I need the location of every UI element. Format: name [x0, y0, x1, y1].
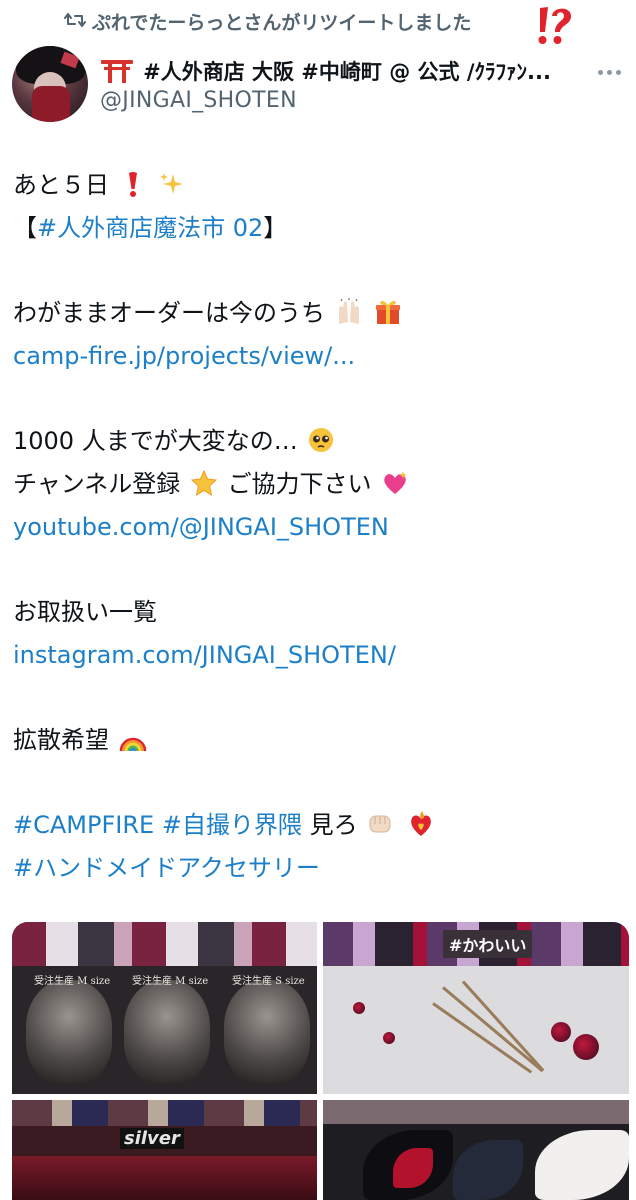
mask-image — [124, 980, 210, 1084]
raising-hands-emoji-icon — [338, 298, 359, 325]
gift-emoji-icon — [376, 300, 401, 325]
velvet-background — [12, 1156, 317, 1200]
top-strip — [323, 1100, 629, 1124]
youtube-link[interactable]: youtube.com/@JINGAI_SHOTEN — [13, 513, 389, 541]
image-label: silver — [120, 1128, 184, 1149]
rings-strip — [12, 922, 317, 966]
media-photo-hairpins[interactable]: #かわいい — [323, 922, 629, 1094]
tweet-line: ご協力下さい — [227, 469, 372, 498]
wing — [453, 1140, 523, 1200]
pleading-face-emoji-icon — [309, 428, 334, 453]
media-photo-chains[interactable]: silver — [12, 1100, 317, 1200]
exclamation-emoji-icon — [128, 172, 137, 197]
top-strip — [12, 1100, 317, 1126]
author-name-row[interactable]: #人外商店 大阪 #中崎町 @ 公式 /ｸﾗﾌｧﾝ... — [100, 56, 570, 86]
author-display-name: #人外商店 大阪 #中崎町 @ 公式 /ｸﾗﾌｧﾝ... — [143, 60, 551, 84]
hashtag-link[interactable]: #ハンドメイドアクセサリー — [13, 854, 320, 882]
hashtag-link[interactable]: #人外商店魔法市 02 — [37, 214, 263, 242]
mask-label: 受注生産 M size — [34, 976, 111, 987]
interrobang-icon — [538, 7, 572, 44]
heart-on-fire-emoji-icon — [411, 811, 431, 837]
gem — [383, 1032, 395, 1044]
mask-label: 受注生産 M size — [132, 976, 209, 987]
tweet-text: あと５日 【#人外商店魔法市 02】 わがままオーダーは今のうち camp-fi… — [13, 164, 623, 890]
media-grid[interactable]: 受注生産 M size 受注生産 M size 受注生産 S size #かわい… — [12, 922, 629, 1200]
media-photo-wings[interactable] — [323, 1100, 629, 1200]
hairpin — [432, 1002, 533, 1074]
author-handle[interactable]: @JINGAI_SHOTEN — [100, 88, 297, 113]
torii-gate-icon — [101, 60, 133, 83]
hashtag-link[interactable]: #自撮り界隈 — [162, 811, 302, 839]
sparkles-emoji-icon — [160, 173, 184, 194]
gem — [551, 1022, 571, 1042]
wing — [535, 1130, 629, 1200]
retweet-label: ぷれでたーらっとさんがリツイートしました — [92, 12, 472, 34]
hairpin — [461, 980, 545, 1072]
tweet-line: 見ろ — [309, 811, 358, 840]
gem — [353, 1002, 365, 1014]
retweet-icon — [64, 13, 86, 27]
tweet-line: お取扱い一覧 — [13, 597, 157, 626]
tweet-line: 1000 人までが大変なの… — [13, 427, 298, 456]
glowing-star-emoji-icon — [190, 469, 218, 496]
campfire-link[interactable]: camp-fire.jp/projects/view/... — [13, 342, 355, 370]
tweet-line: あと５日 — [13, 171, 109, 199]
mask-image — [26, 980, 112, 1084]
fist-emoji-icon — [369, 815, 391, 833]
tweet-line: わがままオーダーは今のうち — [13, 299, 325, 328]
tweet-line: チャンネル登録 — [13, 469, 181, 498]
mask-label: 受注生産 S size — [232, 976, 305, 987]
hairpin — [442, 986, 544, 1073]
rainbow-emoji-icon — [119, 737, 146, 752]
instagram-link[interactable]: instagram.com/JINGAI_SHOTEN/ — [13, 641, 396, 669]
avatar[interactable] — [12, 46, 88, 122]
sparkling-heart-emoji-icon — [384, 470, 408, 494]
media-photo-masks[interactable]: 受注生産 M size 受注生産 M size 受注生産 S size — [12, 922, 317, 1094]
mask-image — [224, 980, 310, 1084]
bracket-open: 【 — [13, 213, 37, 242]
gem — [573, 1034, 599, 1060]
more-options-icon[interactable] — [598, 60, 628, 75]
hashtag-link[interactable]: #CAMPFIRE — [13, 811, 154, 839]
tweet-line: 拡散希望 — [13, 725, 109, 754]
image-hashtag: #かわいい — [443, 930, 533, 958]
bracket-close: 】 — [263, 213, 288, 242]
